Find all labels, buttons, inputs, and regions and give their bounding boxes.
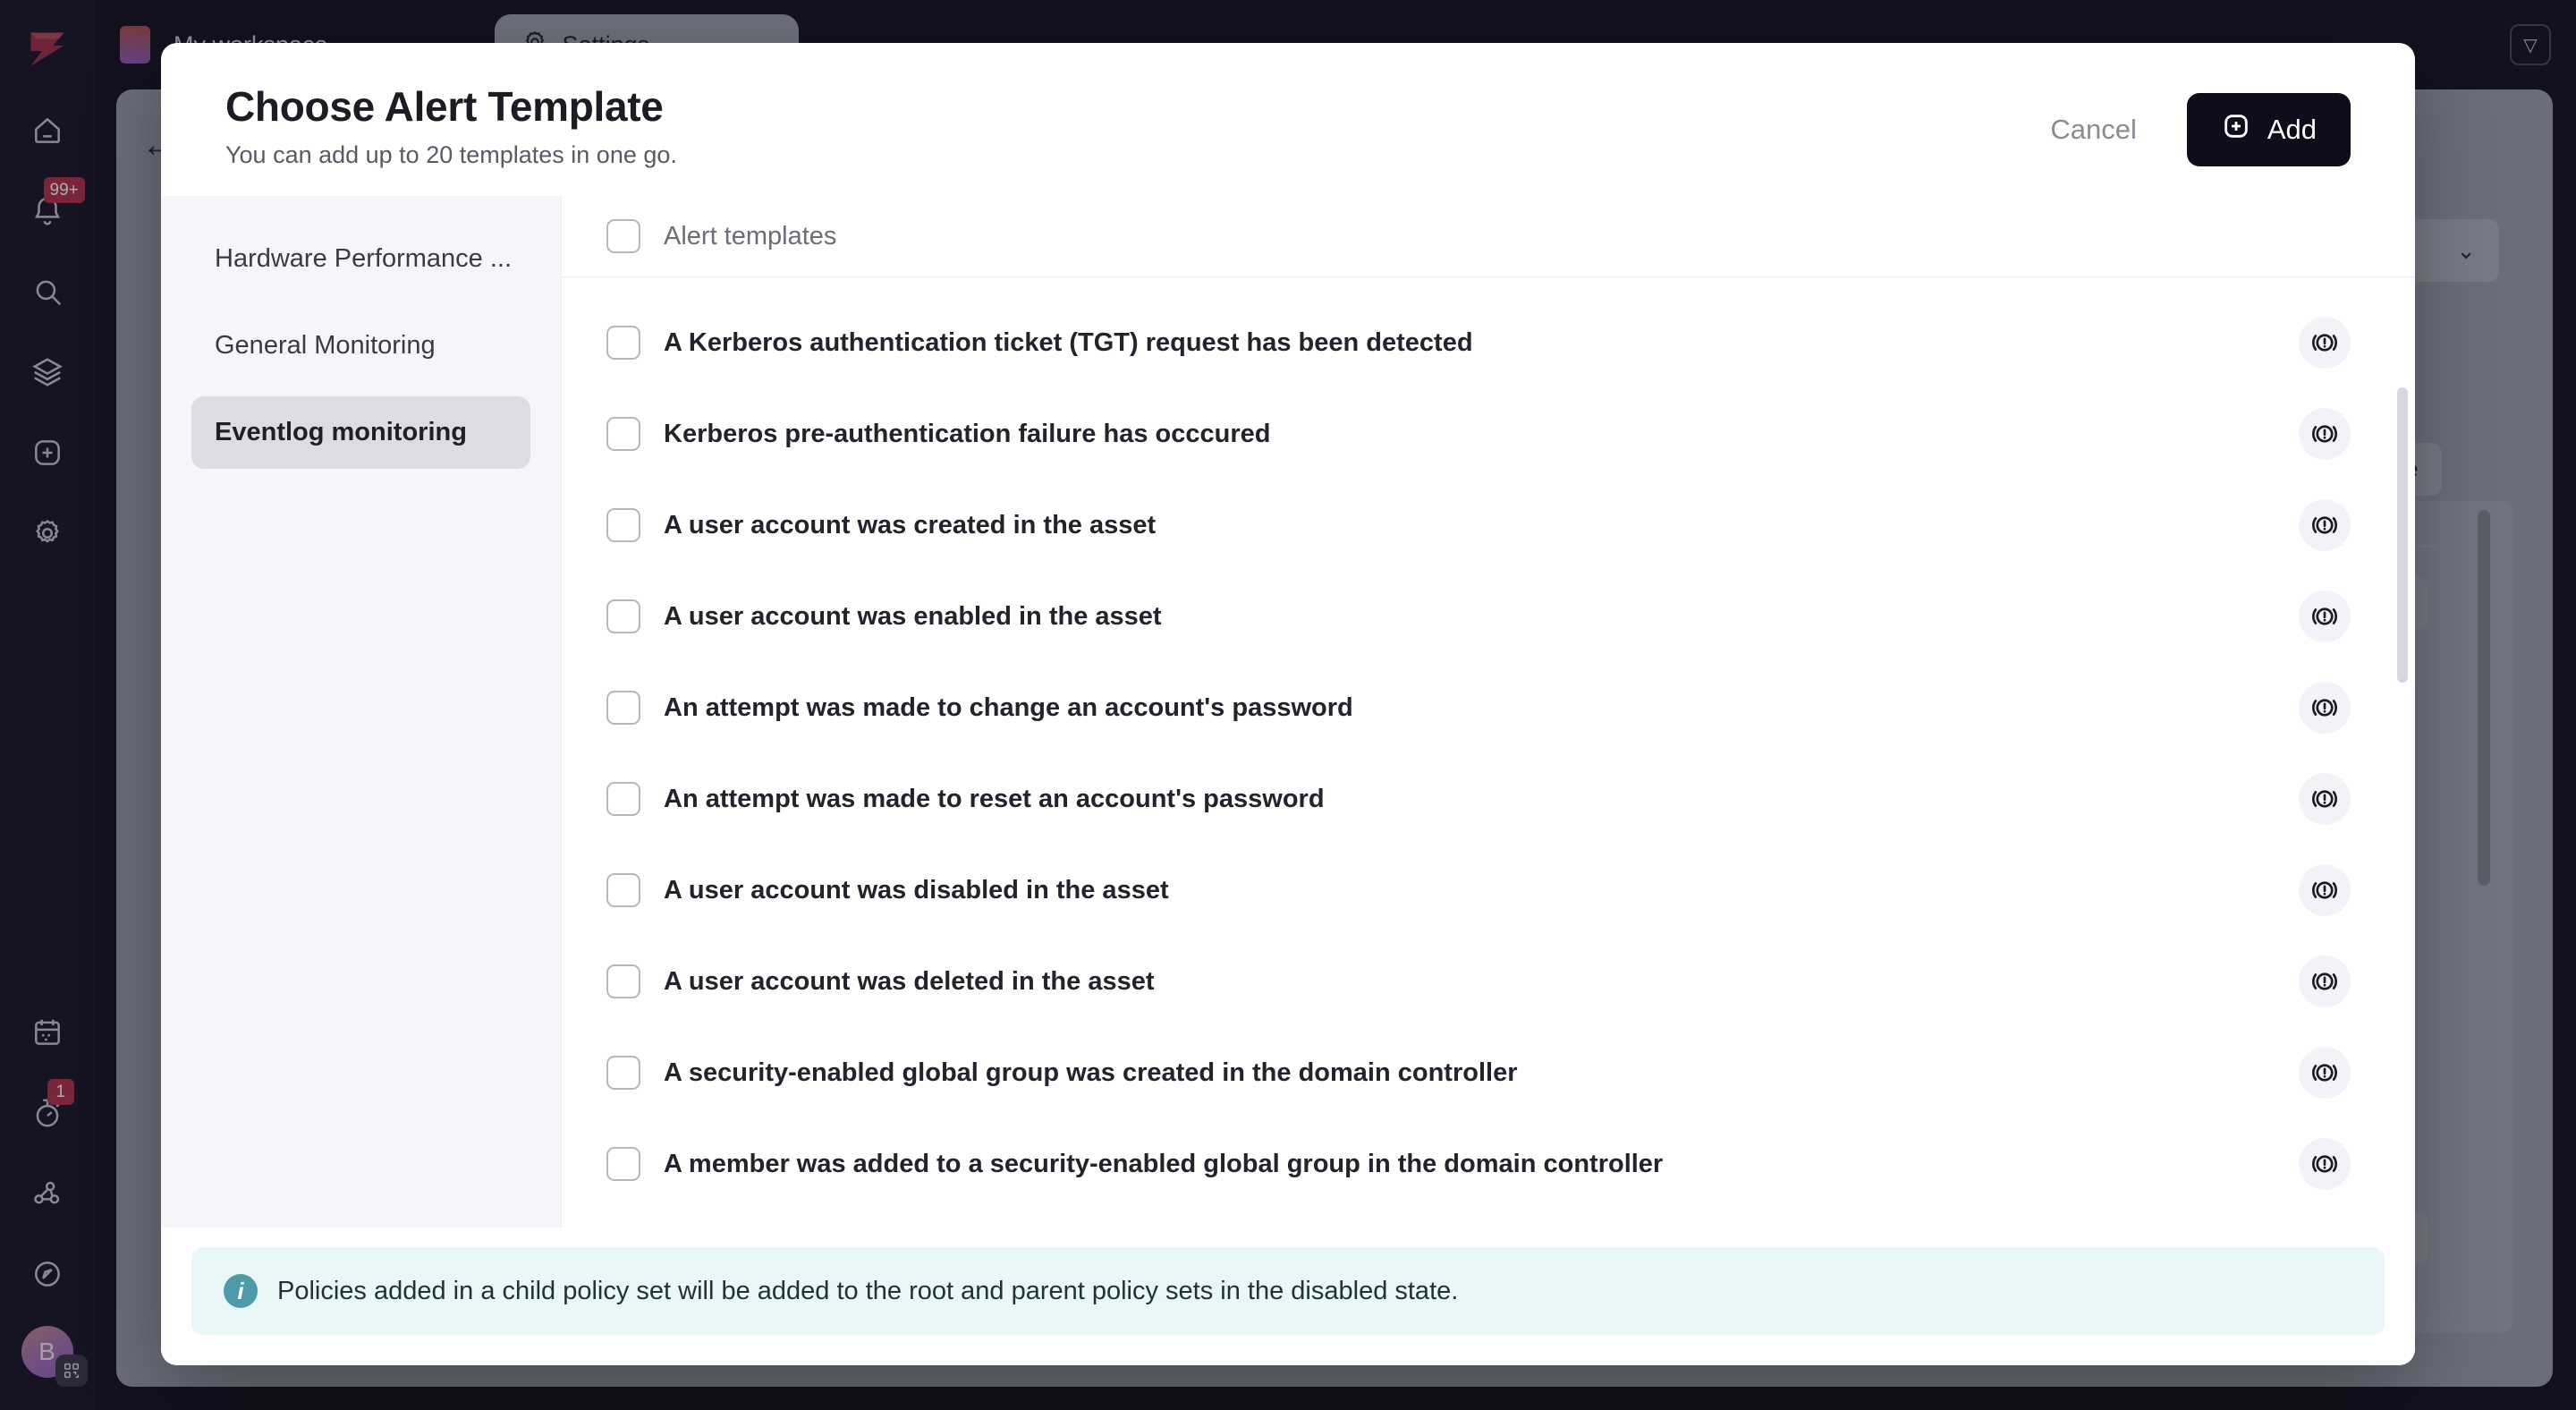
template-list-column: Alert templates A Kerberos authenticatio… [562, 196, 2415, 1227]
list-item[interactable]: An attempt was made to change an account… [562, 662, 2415, 753]
dialog-subtitle: You can add up to 20 templates in one go… [225, 141, 677, 168]
row-checkbox[interactable] [606, 417, 640, 451]
dialog-header: Choose Alert Template You can add up to … [161, 43, 2415, 196]
row-checkbox[interactable] [606, 599, 640, 633]
list-item[interactable]: A user account was enabled in the asset [562, 571, 2415, 662]
list-item[interactable]: A user account was deleted in the asset [562, 936, 2415, 1027]
list-item[interactable]: Kerberos pre-authentication failure has … [562, 388, 2415, 480]
alert-siren-icon[interactable] [2299, 864, 2351, 916]
alert-siren-icon[interactable] [2299, 682, 2351, 734]
list-item-label: A security-enabled global group was crea… [664, 1058, 1518, 1087]
alert-siren-icon[interactable] [2299, 956, 2351, 1007]
alert-siren-icon[interactable] [2299, 773, 2351, 825]
sidebar-item-eventlog-monitoring[interactable]: Eventlog monitoring [191, 396, 530, 469]
list-item-label: A member was added to a security-enabled… [664, 1149, 1664, 1178]
alert-siren-icon[interactable] [2299, 408, 2351, 460]
plus-square-icon [2221, 111, 2251, 149]
alert-siren-icon[interactable] [2299, 317, 2351, 369]
list-item-label: A Kerberos authentication ticket (TGT) r… [664, 327, 1473, 357]
dialog-footer: i Policies added in a child policy set w… [161, 1227, 2415, 1365]
cancel-button[interactable]: Cancel [2041, 106, 2146, 153]
row-checkbox[interactable] [606, 1056, 640, 1090]
info-icon: i [224, 1274, 258, 1308]
alert-siren-icon[interactable] [2299, 1138, 2351, 1190]
row-checkbox[interactable] [606, 782, 640, 816]
list-item[interactable]: A security-disabled/ local distribution … [562, 1210, 2415, 1227]
list-header: Alert templates [562, 196, 2415, 277]
info-banner: i Policies added in a child policy set w… [191, 1247, 2385, 1335]
alert-siren-icon[interactable] [2299, 499, 2351, 551]
list-item[interactable]: A Kerberos authentication ticket (TGT) r… [562, 297, 2415, 388]
sidebar-item-hardware-performance[interactable]: Hardware Performance ... [191, 223, 530, 295]
list-header-label: Alert templates [664, 221, 837, 251]
row-checkbox[interactable] [606, 508, 640, 542]
row-checkbox[interactable] [606, 1147, 640, 1181]
list-item-label: A user account was disabled in the asset [664, 875, 1169, 905]
list-item[interactable]: A user account was disabled in the asset [562, 845, 2415, 936]
list-item-label: An attempt was made to change an account… [664, 692, 1353, 722]
dialog-body: Hardware Performance ... General Monitor… [161, 196, 2415, 1227]
row-checkbox[interactable] [606, 326, 640, 360]
page-title: Choose Alert Template [225, 83, 664, 130]
add-button-label: Add [2267, 114, 2317, 145]
dialog-actions: Cancel Add [2041, 82, 2351, 166]
dialog-header-texts: Choose Alert Template You can add up to … [225, 82, 677, 169]
list-item-label: An attempt was made to reset an account'… [664, 784, 1325, 813]
choose-alert-template-dialog: Choose Alert Template You can add up to … [161, 43, 2415, 1365]
select-all-checkbox[interactable] [606, 219, 640, 253]
row-checkbox[interactable] [606, 691, 640, 725]
list-item-label: A user account was deleted in the asset [664, 966, 1155, 996]
list-item-label: A user account was created in the asset [664, 510, 1157, 539]
alert-siren-icon[interactable] [2299, 1047, 2351, 1099]
row-checkbox[interactable] [606, 964, 640, 998]
list-item[interactable]: An attempt was made to reset an account'… [562, 753, 2415, 845]
template-list[interactable]: A Kerberos authentication ticket (TGT) r… [562, 277, 2415, 1227]
list-item[interactable]: A user account was created in the asset [562, 480, 2415, 571]
template-category-sidebar: Hardware Performance ... General Monitor… [161, 196, 562, 1227]
list-item-label: Kerberos pre-authentication failure has … [664, 419, 1271, 448]
row-checkbox[interactable] [606, 873, 640, 907]
list-item[interactable]: A member was added to a security-enabled… [562, 1118, 2415, 1210]
list-item[interactable]: A security-enabled global group was crea… [562, 1027, 2415, 1118]
alert-siren-icon[interactable] [2299, 590, 2351, 642]
add-button[interactable]: Add [2186, 93, 2351, 166]
list-scrollbar[interactable] [2397, 387, 2408, 683]
list-item-label: A user account was enabled in the asset [664, 601, 1162, 631]
sidebar-item-general-monitoring[interactable]: General Monitoring [191, 310, 530, 382]
info-banner-text: Policies added in a child policy set wil… [277, 1276, 1459, 1305]
